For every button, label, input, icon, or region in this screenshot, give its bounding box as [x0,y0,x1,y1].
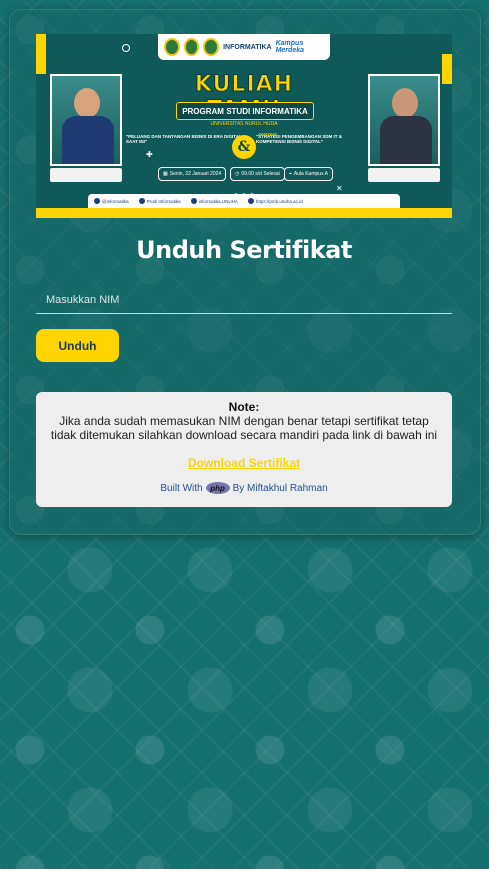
event-banner-image: ✚ ✕ INFORMATIKA Kampus Merdeka KULIAH TA… [36,34,452,218]
calendar-icon: ▦ [163,171,168,177]
banner-logo-bar: INFORMATIKA Kampus Merdeka [158,34,330,60]
footer-website: https://pmb.unuha.ac.id [247,198,303,204]
speaker-name-right [368,168,440,182]
footer-instagram: @informatika [94,198,129,204]
banner-footer: @informatika Prodi Informatika informati… [88,194,400,208]
banner-decor [122,44,130,52]
php-logo-icon: php [205,482,230,494]
clock-icon: ◷ [235,171,240,177]
topic-left: "PELUANG DAN TANTANGAN BISNIS DI ERA DIG… [126,134,242,144]
event-time: ◷ 09.00 s/d Selesai [230,167,285,181]
built-with-credit: Built With php By Miftakhul Rahman [160,482,328,494]
event-date: ▦ Senin, 22 Januari 2024 [158,167,227,181]
event-place: ⌖ Aula Kampus A [284,167,334,181]
banner-decor [36,34,46,74]
note-text: Jika anda sudah memasukan NIM dengan ben… [50,414,438,442]
banner-stripe [36,208,452,218]
download-sertifikat-link[interactable]: Download Sertifikat [188,456,300,470]
nim-input[interactable] [36,286,452,314]
ministry-logo [183,38,200,56]
footer-youtube: informatika.UNUHA [190,198,238,204]
banner-decor: ✕ [336,184,343,193]
banner-university: UNIVERSITAS NURUL HUDA [210,121,278,127]
note-box: Note: Jika anda sudah memasukan NIM deng… [36,392,452,507]
kampus-merdeka-logo: Kampus Merdeka [275,40,304,54]
banner-subtitle: PROGRAM STUDI INFORMATIKA [176,102,314,120]
footer-facebook: Prodi Informatika [138,198,181,204]
speaker-name-left [50,168,122,182]
ampersand-badge: & [232,135,256,159]
faculty-logo [203,38,220,56]
unduh-button[interactable]: Unduh [36,329,119,362]
page-title: Unduh Sertifikat [136,236,352,264]
banner-decor [442,54,452,84]
note-title: Note: [228,400,260,414]
speaker-photo-left [50,74,122,166]
location-icon: ⌖ [289,171,292,177]
university-logo [164,38,180,56]
speaker-photo-right [368,74,440,166]
banner-top-label: INFORMATIKA [223,43,272,51]
banner-decor: ✚ [146,150,153,159]
chevron-decor: ‹‹‹‹‹‹‹‹ [258,130,277,139]
